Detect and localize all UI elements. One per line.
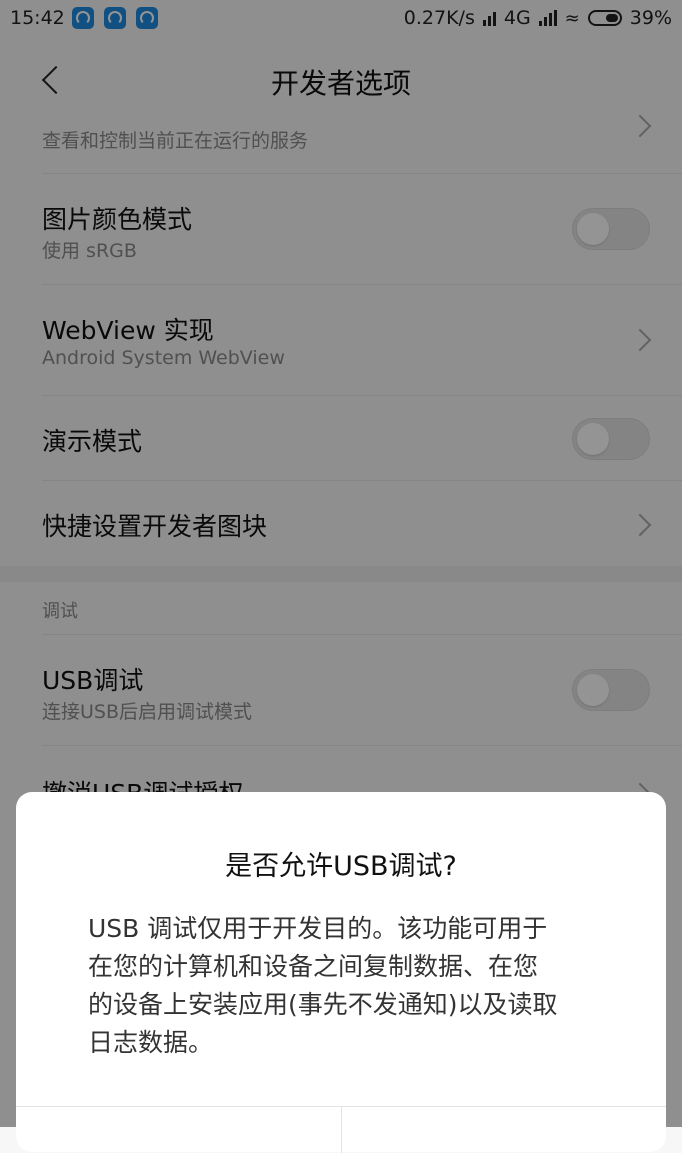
dialog-button-bar bbox=[16, 1106, 666, 1153]
dialog-title: 是否允许USB调试? bbox=[225, 851, 457, 882]
dialog-cancel-button[interactable] bbox=[16, 1107, 341, 1153]
dialog-message: USB 调试仅用于开发目的。该功能可用于在您的计算机和设备之间复制数据、在您的设… bbox=[88, 914, 558, 1057]
settings-screen: 15:42 0.27K/s 4G ≈ 39% 开发者选项 查看和控制当前正在运行… bbox=[0, 0, 682, 1153]
dialog-confirm-button[interactable] bbox=[341, 1107, 667, 1153]
usb-debugging-dialog: 是否允许USB调试? USB 调试仅用于开发目的。该功能可用于在您的计算机和设备… bbox=[16, 792, 666, 1153]
